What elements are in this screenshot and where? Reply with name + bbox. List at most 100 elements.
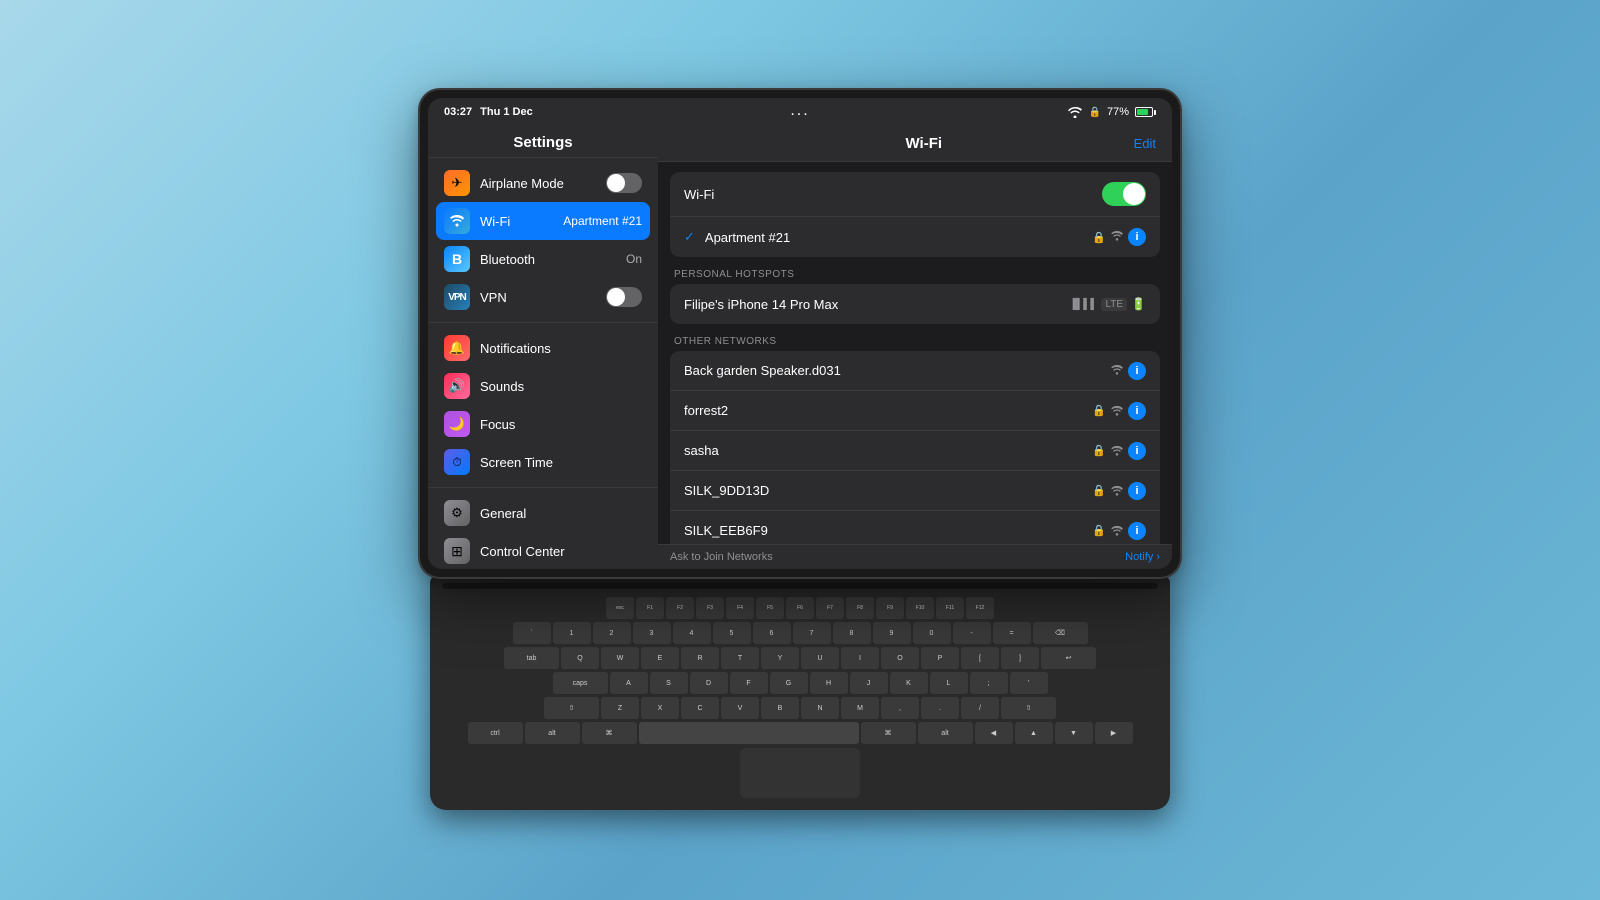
key-l[interactable]: L	[930, 672, 968, 694]
wifi-toggle-row[interactable]: Wi-Fi	[670, 172, 1160, 217]
key-r[interactable]: R	[681, 647, 719, 669]
key-x[interactable]: X	[641, 697, 679, 719]
key-ctrl[interactable]: ctrl	[468, 722, 523, 744]
key-u[interactable]: U	[801, 647, 839, 669]
key-f5[interactable]: F5	[756, 597, 784, 619]
key-space[interactable]	[639, 722, 859, 744]
sidebar-item-screentime[interactable]: ⏱ Screen Time	[436, 443, 650, 481]
key-bracket-r[interactable]: ]	[1001, 647, 1039, 669]
key-t[interactable]: T	[721, 647, 759, 669]
key-j[interactable]: J	[850, 672, 888, 694]
key-cmd-l[interactable]: ⌘	[582, 722, 637, 744]
key-f12[interactable]: F12	[966, 597, 994, 619]
key-f10[interactable]: F10	[906, 597, 934, 619]
notify-button[interactable]: Notify ›	[1125, 551, 1160, 563]
key-backspace[interactable]: ⌫	[1033, 622, 1088, 644]
sidebar-item-sounds[interactable]: 🔊 Sounds	[436, 367, 650, 405]
key-period[interactable]: .	[921, 697, 959, 719]
key-f9[interactable]: F9	[876, 597, 904, 619]
key-o[interactable]: O	[881, 647, 919, 669]
key-f6[interactable]: F6	[786, 597, 814, 619]
key-left[interactable]: ◀	[975, 722, 1013, 744]
sidebar-item-airplane[interactable]: ✈ Airplane Mode	[436, 164, 650, 202]
key-quote[interactable]: '	[1010, 672, 1048, 694]
sidebar-item-notifications[interactable]: 🔔 Notifications	[436, 329, 650, 367]
network-info-4[interactable]: i	[1128, 522, 1146, 540]
key-k[interactable]: K	[890, 672, 928, 694]
sidebar-item-controlcenter[interactable]: ⊞ Control Center	[436, 532, 650, 569]
key-f3[interactable]: F3	[696, 597, 724, 619]
network-row-0[interactable]: Back garden Speaker.d031 i	[670, 351, 1160, 391]
key-9[interactable]: 9	[873, 622, 911, 644]
key-slash[interactable]: /	[961, 697, 999, 719]
key-h[interactable]: H	[810, 672, 848, 694]
key-f1[interactable]: F1	[636, 597, 664, 619]
key-7[interactable]: 7	[793, 622, 831, 644]
network-row-1[interactable]: forrest2 🔒 i	[670, 391, 1160, 431]
key-v[interactable]: V	[721, 697, 759, 719]
key-m[interactable]: M	[841, 697, 879, 719]
key-6[interactable]: 6	[753, 622, 791, 644]
key-4[interactable]: 4	[673, 622, 711, 644]
network-row-3[interactable]: SILK_9DD13D 🔒 i	[670, 471, 1160, 511]
key-f2[interactable]: F2	[666, 597, 694, 619]
key-right[interactable]: ▶	[1095, 722, 1133, 744]
connected-info-button[interactable]: i	[1128, 228, 1146, 246]
key-alt-r[interactable]: alt	[918, 722, 973, 744]
edit-button[interactable]: Edit	[1134, 136, 1156, 151]
key-0[interactable]: 0	[913, 622, 951, 644]
sidebar-item-vpn[interactable]: VPN VPN	[436, 278, 650, 316]
key-esc[interactable]: esc	[606, 597, 634, 619]
key-minus[interactable]: -	[953, 622, 991, 644]
key-semicolon[interactable]: ;	[970, 672, 1008, 694]
key-equals[interactable]: =	[993, 622, 1031, 644]
airplane-toggle[interactable]	[606, 173, 642, 193]
key-y[interactable]: Y	[761, 647, 799, 669]
key-alt[interactable]: alt	[525, 722, 580, 744]
key-f8[interactable]: F8	[846, 597, 874, 619]
key-b[interactable]: B	[761, 697, 799, 719]
key-2[interactable]: 2	[593, 622, 631, 644]
key-f7[interactable]: F7	[816, 597, 844, 619]
sidebar-item-focus[interactable]: 🌙 Focus	[436, 405, 650, 443]
key-s[interactable]: S	[650, 672, 688, 694]
key-bracket-l[interactable]: [	[961, 647, 999, 669]
key-8[interactable]: 8	[833, 622, 871, 644]
key-caps[interactable]: caps	[553, 672, 608, 694]
key-down[interactable]: ▼	[1055, 722, 1093, 744]
key-shift-r[interactable]: ⇧	[1001, 697, 1056, 719]
key-c[interactable]: C	[681, 697, 719, 719]
key-i[interactable]: I	[841, 647, 879, 669]
network-info-1[interactable]: i	[1128, 402, 1146, 420]
key-f[interactable]: F	[730, 672, 768, 694]
key-return[interactable]: ↩	[1041, 647, 1096, 669]
key-n[interactable]: N	[801, 697, 839, 719]
key-backtick[interactable]: `	[513, 622, 551, 644]
key-z[interactable]: Z	[601, 697, 639, 719]
key-d[interactable]: D	[690, 672, 728, 694]
key-a[interactable]: A	[610, 672, 648, 694]
network-row-2[interactable]: sasha 🔒 i	[670, 431, 1160, 471]
key-q[interactable]: Q	[561, 647, 599, 669]
key-5[interactable]: 5	[713, 622, 751, 644]
key-f11[interactable]: F11	[936, 597, 964, 619]
key-g[interactable]: G	[770, 672, 808, 694]
key-p[interactable]: P	[921, 647, 959, 669]
key-shift-l[interactable]: ⇧	[544, 697, 599, 719]
network-row-4[interactable]: SILK_EEB6F9 🔒 i	[670, 511, 1160, 544]
key-up[interactable]: ▲	[1015, 722, 1053, 744]
key-1[interactable]: 1	[553, 622, 591, 644]
key-f4[interactable]: F4	[726, 597, 754, 619]
trackpad[interactable]	[740, 748, 860, 798]
sidebar-item-general[interactable]: ⚙ General	[436, 494, 650, 532]
sidebar-item-wifi[interactable]: Wi-Fi Apartment #21	[436, 202, 650, 240]
wifi-main-toggle[interactable]	[1102, 182, 1146, 206]
key-e[interactable]: E	[641, 647, 679, 669]
key-comma[interactable]: ,	[881, 697, 919, 719]
hotspot-row[interactable]: Filipe's iPhone 14 Pro Max ▐▌▌▌ LTE 🔋	[670, 284, 1160, 324]
network-info-0[interactable]: i	[1128, 362, 1146, 380]
vpn-toggle[interactable]	[606, 287, 642, 307]
key-w[interactable]: W	[601, 647, 639, 669]
network-info-2[interactable]: i	[1128, 442, 1146, 460]
connected-network-row[interactable]: ✓ Apartment #21 🔒	[670, 217, 1160, 257]
